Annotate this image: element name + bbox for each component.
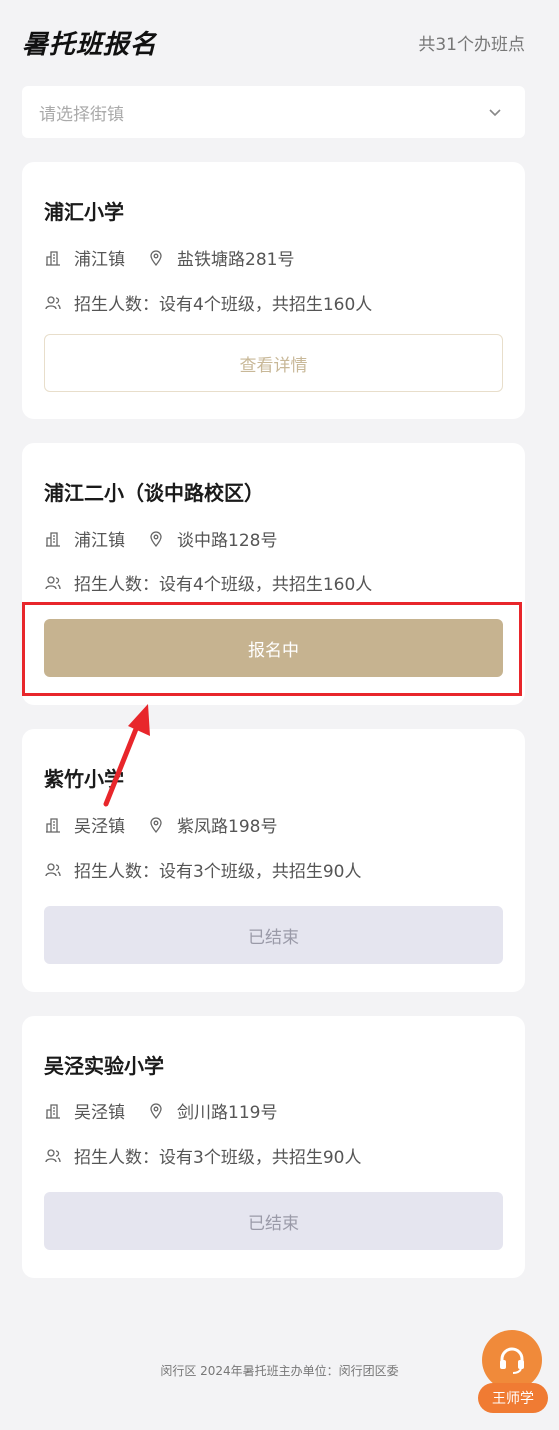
page: 暑托班报名 共31个办班点 请选择街镇 浦汇小学 浦江镇 盐铁塘路281号 招生…: [0, 0, 559, 1430]
site-count: 共31个办班点: [418, 34, 525, 55]
header: 暑托班报名 共31个办班点: [22, 22, 525, 62]
enrollment-row: 招生人数：设有3个班级，共招生90人: [44, 857, 361, 882]
town-label: 吴泾镇: [74, 817, 125, 837]
location-row: 吴泾镇 紫凤路198号: [44, 812, 277, 837]
address-label: 剑川路119号: [177, 1103, 278, 1123]
enrollment-text: 招生人数：设有3个班级，共招生90人: [74, 1148, 362, 1168]
location-row: 吴泾镇 剑川路119号: [44, 1098, 277, 1123]
watermark-label: 王师学: [478, 1383, 548, 1413]
town-select-placeholder: 请选择街镇: [39, 104, 124, 125]
town-select[interactable]: 请选择街镇: [22, 86, 525, 138]
footer-text: 闵行区 2024年暑托班主办单位：闵行团区委: [160, 1364, 399, 1378]
headset-icon: [500, 1347, 524, 1374]
location-pin-icon: [150, 816, 162, 833]
town-label: 浦江镇: [74, 250, 125, 270]
customer-service-button[interactable]: [482, 1330, 542, 1390]
town-label: 吴泾镇: [74, 1103, 125, 1123]
location-row: 浦江镇 谈中路128号: [44, 526, 277, 551]
view-details-button[interactable]: 查看详情: [44, 334, 503, 392]
building-icon: [46, 817, 60, 833]
ended-button[interactable]: 已结束: [44, 906, 503, 964]
building-icon: [46, 531, 60, 547]
school-card: 吴泾实验小学 吴泾镇 剑川路119号 招生人数：设有3个班级，共招生90人 已结…: [22, 1016, 525, 1278]
school-name: 浦江二小（谈中路校区）: [44, 481, 264, 505]
ended-button[interactable]: 已结束: [44, 1192, 503, 1250]
location-row: 浦江镇 盐铁塘路281号: [44, 245, 294, 270]
people-icon: [45, 1148, 61, 1162]
page-title: 暑托班报名: [22, 29, 158, 60]
school-name: 吴泾实验小学: [44, 1054, 164, 1078]
enrollment-text: 招生人数：设有3个班级，共招生90人: [74, 862, 362, 882]
location-pin-icon: [150, 249, 162, 266]
town-label: 浦江镇: [74, 531, 125, 551]
register-button[interactable]: 报名中: [44, 619, 503, 677]
arrow-annotation-icon: [103, 704, 150, 807]
location-pin-icon: [150, 1102, 162, 1119]
building-icon: [46, 1103, 60, 1119]
school-card: 浦江二小（谈中路校区） 浦江镇 谈中路128号 招生人数：设有4个班级，共招生1…: [22, 443, 525, 705]
address-label: 盐铁塘路281号: [177, 250, 295, 270]
chevron-down-icon: [489, 109, 501, 117]
enrollment-row: 招生人数：设有4个班级，共招生160人: [44, 570, 372, 595]
building-icon: [46, 250, 60, 266]
people-icon: [45, 862, 61, 876]
enrollment-text: 招生人数：设有4个班级，共招生160人: [74, 295, 373, 315]
school-name: 浦汇小学: [44, 200, 124, 224]
location-pin-icon: [150, 530, 162, 547]
address-label: 谈中路128号: [177, 531, 278, 551]
people-icon: [45, 295, 61, 309]
enrollment-row: 招生人数：设有4个班级，共招生160人: [44, 290, 372, 315]
school-card: 浦汇小学 浦江镇 盐铁塘路281号 招生人数：设有4个班级，共招生160人 查看…: [22, 162, 525, 419]
address-label: 紫凤路198号: [177, 817, 278, 837]
enrollment-row: 招生人数：设有3个班级，共招生90人: [44, 1143, 361, 1168]
people-icon: [45, 575, 61, 589]
enrollment-text: 招生人数：设有4个班级，共招生160人: [74, 575, 373, 595]
